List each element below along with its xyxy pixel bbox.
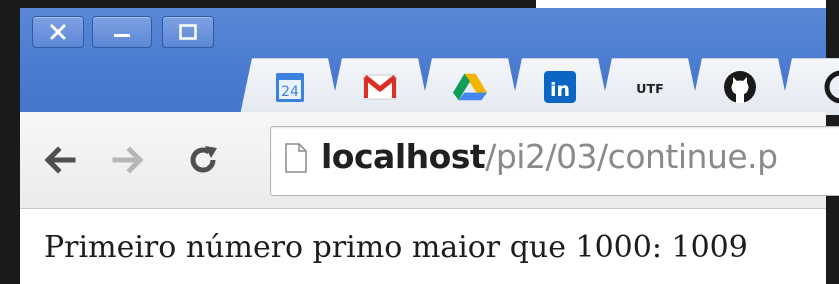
page-icon	[285, 143, 307, 173]
address-bar[interactable]: localhost/pi2/03/continue.p	[270, 126, 839, 196]
drive-icon	[453, 70, 487, 104]
calendar-icon: 24	[273, 70, 307, 104]
page-content-text: Primeiro número primo maior que 1000: 10…	[44, 230, 748, 265]
tab-utfpr[interactable]: UTF	[600, 58, 700, 115]
desktop-background-top	[0, 0, 536, 8]
tab-github[interactable]	[690, 58, 790, 115]
tab-google-drive[interactable]	[420, 58, 520, 115]
desktop-background-left	[0, 0, 20, 284]
back-arrow-icon	[44, 146, 76, 174]
maximize-icon	[179, 24, 197, 40]
close-icon	[50, 24, 66, 40]
tab-gmail[interactable]	[330, 58, 430, 115]
github-icon	[723, 70, 757, 104]
address-url: localhost/pi2/03/continue.p	[321, 137, 778, 176]
forward-arrow-icon	[112, 146, 144, 174]
tab-linkedin[interactable]: in	[510, 58, 610, 115]
utfpr-icon: UTF	[633, 70, 667, 104]
maximize-window-button[interactable]	[162, 16, 214, 48]
gmail-icon	[363, 70, 397, 104]
close-window-button[interactable]	[32, 16, 84, 48]
partial-tab-icon	[813, 70, 839, 104]
reload-button[interactable]	[183, 140, 223, 180]
forward-button[interactable]	[108, 140, 148, 180]
back-button[interactable]	[40, 140, 80, 180]
reload-icon	[190, 146, 217, 173]
svg-text:UTF: UTF	[636, 82, 664, 97]
svg-text:in: in	[550, 79, 570, 101]
url-path: /pi2/03/continue.p	[485, 137, 778, 176]
minimize-icon	[114, 34, 130, 37]
minimize-window-button[interactable]	[92, 16, 152, 48]
url-host: localhost	[321, 137, 486, 176]
svg-text:24: 24	[281, 84, 299, 100]
linkedin-icon: in	[543, 70, 577, 104]
tab-google-calendar[interactable]: 24	[240, 58, 340, 115]
